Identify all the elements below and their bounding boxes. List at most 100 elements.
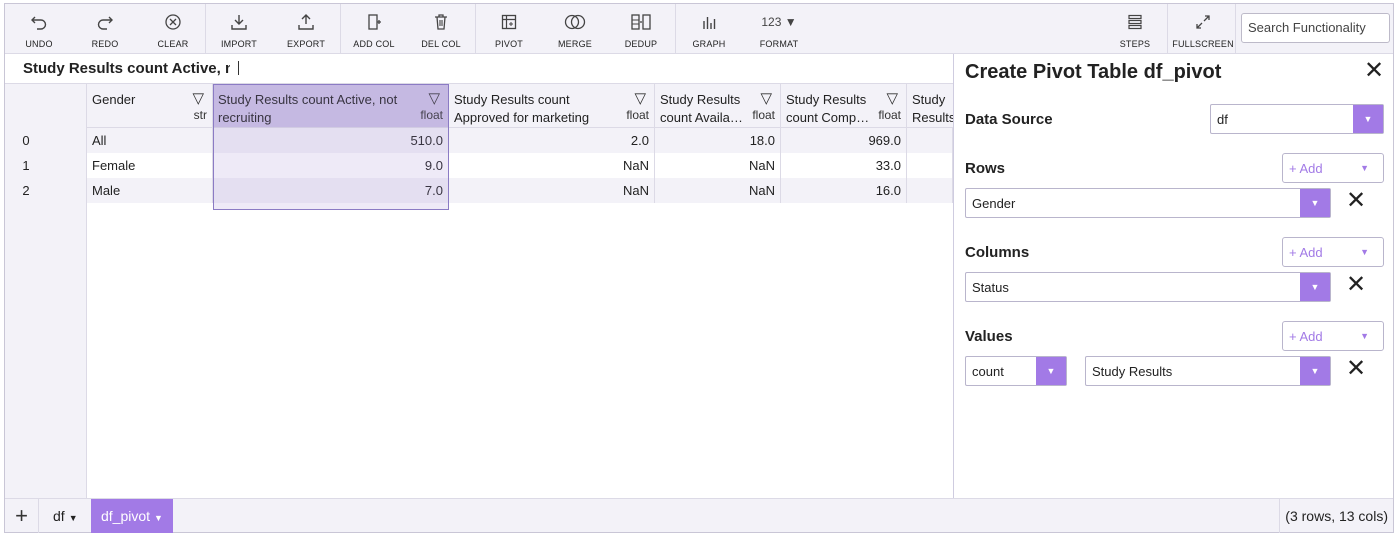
table-cell[interactable]: Male (87, 178, 213, 203)
rows-value: Gender (972, 196, 1016, 211)
columns-select[interactable]: Status ▼ (965, 272, 1331, 302)
fullscreen-icon (1194, 12, 1212, 32)
import-label: IMPORT (220, 39, 258, 49)
tab-df-pivot[interactable]: df_pivot ▼ (91, 499, 173, 533)
column-header-label: Study Results count E (912, 92, 953, 125)
column-type-label: str (193, 108, 207, 122)
table-cell[interactable]: 9.0 (213, 153, 449, 178)
table-cell[interactable] (907, 128, 953, 153)
values-select[interactable]: Study Results ▼ (1085, 356, 1331, 386)
steps-label: STEPS (1119, 39, 1151, 49)
row-index: 2 (22, 183, 30, 198)
add-row-button[interactable]: + Add ▼ (1282, 153, 1384, 183)
table-cell[interactable]: 18.0 (655, 128, 781, 153)
add-column-pivot-button[interactable]: + Add ▼ (1282, 237, 1384, 267)
tab-label: df (53, 508, 65, 524)
table-cell[interactable]: NaN (655, 178, 781, 203)
remove-row-icon[interactable]: ✕ (1346, 186, 1366, 215)
undo-icon (30, 12, 48, 32)
add-value-button[interactable]: + Add ▼ (1282, 321, 1384, 351)
table-cell[interactable] (907, 153, 953, 178)
column-header-approved-for-marketing[interactable]: Study Results count Approved for marketi… (449, 84, 655, 128)
close-icon[interactable]: ✕ (1364, 56, 1384, 85)
import-button[interactable]: IMPORT (219, 4, 259, 54)
toolbar-divider (675, 4, 676, 54)
chevron-down-icon: ▼ (1300, 189, 1330, 217)
toolbar-divider (1235, 4, 1236, 54)
table-cell[interactable]: NaN (449, 153, 655, 178)
graph-button[interactable]: GRAPH (689, 4, 729, 54)
table-cell[interactable]: Female (87, 153, 213, 178)
pivot-panel: Create Pivot Table df_pivot ✕ Data Sourc… (953, 54, 1393, 498)
redo-icon (96, 12, 114, 32)
remove-value-icon[interactable]: ✕ (1346, 354, 1366, 383)
column-type-label: float (420, 108, 443, 122)
add-column-button[interactable]: ADD COL (352, 4, 396, 54)
filter-icon[interactable]: ▽ (886, 89, 898, 107)
table-cell[interactable]: 510.0 (213, 128, 449, 153)
toolbar-divider (340, 4, 341, 54)
chevron-down-icon: ▼ (1353, 105, 1383, 133)
redo-button[interactable]: REDO (85, 4, 125, 54)
chevron-down-icon: ▼ (1360, 331, 1369, 341)
column-header-label: Study Results count Comp… (786, 92, 870, 125)
filter-icon[interactable]: ▽ (428, 89, 440, 107)
pivot-button[interactable]: PIVOT (489, 4, 529, 54)
pivot-label: PIVOT (494, 39, 523, 49)
add-label: + Add (1289, 245, 1323, 260)
dedup-button[interactable]: DEDUP (621, 4, 661, 54)
remove-column-icon[interactable]: ✕ (1346, 270, 1366, 299)
delete-column-button[interactable]: DEL COL (419, 4, 463, 54)
data-grid: Gender ▽ str Study Results count Active,… (5, 84, 953, 498)
add-sheet-icon[interactable]: + (5, 499, 39, 533)
rows-select[interactable]: Gender ▼ (965, 188, 1331, 218)
fullscreen-button[interactable]: FULLSCREEN (1172, 4, 1234, 54)
tab-df[interactable]: df ▼ (43, 499, 88, 533)
export-label: EXPORT (286, 39, 326, 49)
chevron-down-icon: ▼ (1300, 357, 1330, 385)
aggregation-select[interactable]: count ▼ (965, 356, 1067, 386)
graph-label: GRAPH (692, 39, 726, 49)
column-header-label: Study Results count Approved for marketi… (454, 92, 590, 125)
column-header-completed[interactable]: Study Results count Comp… ▽ float (781, 84, 907, 128)
dedup-label: DEDUP (624, 39, 658, 49)
data-source-select[interactable]: df ▼ (1210, 104, 1384, 134)
search-input[interactable]: Search Functionality (1241, 13, 1390, 43)
table-cell[interactable]: All (87, 128, 213, 153)
table-cell[interactable]: 16.0 (781, 178, 907, 203)
table-cell[interactable]: 33.0 (781, 153, 907, 178)
clear-button[interactable]: CLEAR (153, 4, 193, 54)
undo-button[interactable]: UNDO (19, 4, 59, 54)
row-index: 0 (22, 133, 30, 148)
chevron-down-icon: ▼ (1036, 357, 1066, 385)
cell-editor-value[interactable]: Study Results count Active, not recruiti… (23, 60, 230, 77)
column-header-available[interactable]: Study Results count Availa… ▽ float (655, 84, 781, 128)
data-source-value: df (1217, 112, 1228, 127)
table-cell[interactable]: 7.0 (213, 178, 449, 203)
chevron-down-icon: ▼ (1360, 247, 1369, 257)
merge-button[interactable]: MERGE (555, 4, 595, 54)
column-type-label: float (752, 108, 775, 122)
filter-icon[interactable]: ▽ (634, 89, 646, 107)
column-header-active-not-recruiting[interactable]: Study Results count Active, not recruiti… (213, 84, 449, 128)
aggregation-value: count (972, 364, 1004, 379)
column-header-label: Study Results count Active, not recruiti… (218, 92, 398, 125)
toolbar: UNDO REDO CLEAR IMPORT EXPORT ADD COL DE… (5, 4, 1393, 54)
format-button[interactable]: 123 ▼ FORMAT (757, 4, 801, 54)
table-cell[interactable]: NaN (655, 153, 781, 178)
column-header-gender[interactable]: Gender ▽ str (87, 84, 213, 128)
steps-button[interactable]: STEPS (1115, 4, 1155, 54)
add-column-icon (365, 12, 383, 32)
filter-icon[interactable]: ▽ (192, 89, 204, 107)
column-header-enrolling[interactable]: Study Results count E (907, 84, 953, 128)
table-cell[interactable] (907, 178, 953, 203)
table-cell[interactable]: NaN (449, 178, 655, 203)
export-button[interactable]: EXPORT (286, 4, 326, 54)
columns-value: Status (972, 280, 1009, 295)
table-cell[interactable]: 969.0 (781, 128, 907, 153)
column-header-label: Gender (92, 92, 136, 107)
table-cell[interactable]: 2.0 (449, 128, 655, 153)
filter-icon[interactable]: ▽ (760, 89, 772, 107)
panel-title: Create Pivot Table df_pivot (965, 61, 1222, 83)
clear-label: CLEAR (157, 39, 189, 49)
